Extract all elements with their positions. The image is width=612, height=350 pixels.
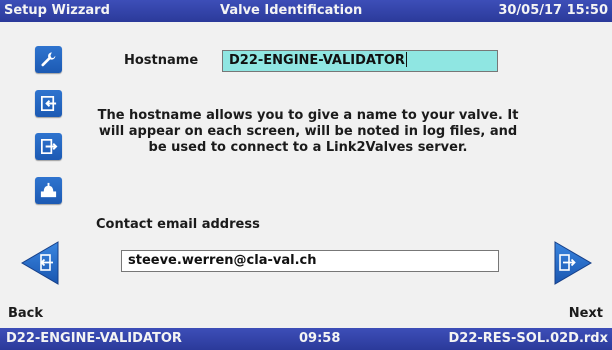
footer-hostname: D22-ENGINE-VALIDATOR xyxy=(6,331,182,346)
wrench-icon xyxy=(41,52,56,67)
datetime: 30/05/17 15:50 xyxy=(498,3,608,18)
screen-title: Valve Identification xyxy=(220,3,363,18)
email-input[interactable]: steeve.werren@cla-val.ch xyxy=(121,250,499,272)
import-icon xyxy=(40,95,57,112)
email-label: Contact email address xyxy=(96,217,260,232)
back-button[interactable] xyxy=(20,240,60,286)
text-caret xyxy=(405,52,407,67)
hostname-input[interactable]: D22-ENGINE-VALIDATOR xyxy=(222,50,498,72)
header-bar: Setup Wizzard Valve Identification 30/05… xyxy=(0,0,612,22)
hostname-label: Hostname xyxy=(124,53,199,68)
next-button[interactable] xyxy=(553,240,593,286)
next-arrow-icon xyxy=(554,241,592,285)
next-label: Next xyxy=(568,306,603,321)
footer-time: 09:58 xyxy=(299,331,341,346)
footer-bar: D22-ENGINE-VALIDATOR 09:58 D22-RES-SOL.0… xyxy=(0,328,612,350)
back-arrow-icon xyxy=(21,241,59,285)
hostname-value: D22-ENGINE-VALIDATOR xyxy=(229,53,405,68)
valve-button[interactable] xyxy=(35,177,62,204)
footer-file: D22-RES-SOL.02D.rdx xyxy=(448,331,609,346)
back-label: Back xyxy=(8,306,44,321)
settings-button[interactable] xyxy=(35,46,62,73)
hostname-help-text: The hostname allows you to give a name t… xyxy=(97,108,519,155)
export-button[interactable] xyxy=(35,133,62,160)
app-title: Setup Wizzard xyxy=(4,3,110,18)
export-icon xyxy=(40,138,58,155)
valve-icon xyxy=(40,182,57,198)
import-button[interactable] xyxy=(35,90,62,117)
